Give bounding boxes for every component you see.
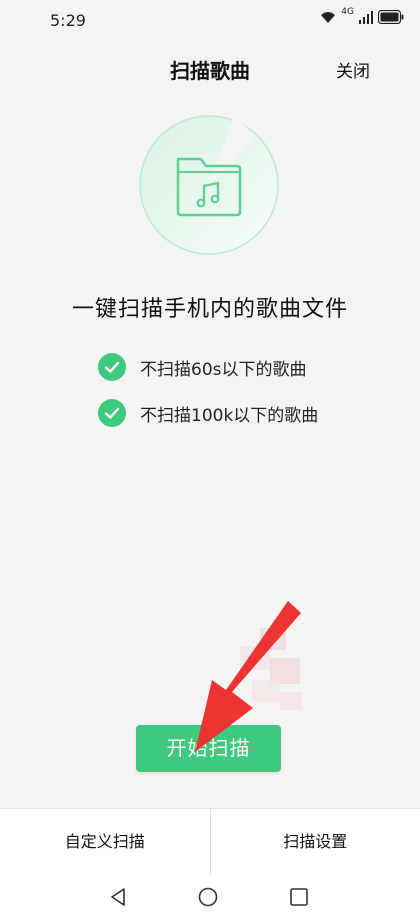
custom-scan-button[interactable]: 自定义扫描 xyxy=(0,809,210,875)
home-icon[interactable] xyxy=(197,886,219,908)
scan-headline: 一键扫描手机内的歌曲文件 xyxy=(71,297,348,322)
system-nav-bar xyxy=(0,874,420,919)
status-icons: 4G xyxy=(320,7,404,24)
status-time: 5:29 xyxy=(50,11,86,30)
start-scan-button[interactable]: 开始扫描 xyxy=(136,725,281,772)
network-type-label: 4G xyxy=(341,7,354,17)
option-label: 不扫描60s以下的歌曲 xyxy=(140,359,307,380)
scan-settings-button[interactable]: 扫描设置 xyxy=(211,809,420,875)
battery-icon xyxy=(378,10,404,24)
back-icon[interactable] xyxy=(107,886,129,908)
option-skip-small[interactable]: 不扫描100k以下的歌曲 xyxy=(98,399,318,427)
close-button[interactable]: 关闭 xyxy=(336,57,370,82)
scan-songs-screen: 5:29 4G 扫描歌曲 关闭 一键扫描手机内的歌曲文件 不扫描60s以下的歌曲… xyxy=(0,0,420,919)
option-skip-short[interactable]: 不扫描60s以下的歌曲 xyxy=(98,353,307,381)
status-bar: 5:29 4G xyxy=(0,0,420,44)
music-folder-illustration xyxy=(139,115,279,255)
check-circle-icon xyxy=(98,399,126,427)
signal-icon xyxy=(359,10,373,24)
wifi-icon xyxy=(321,11,336,23)
option-label: 不扫描100k以下的歌曲 xyxy=(140,405,319,426)
bottom-action-bar: 自定义扫描 扫描设置 xyxy=(0,808,420,875)
check-circle-icon xyxy=(98,353,126,381)
blur-patch xyxy=(240,628,302,710)
recent-apps-icon[interactable] xyxy=(288,886,310,908)
header: 扫描歌曲 关闭 xyxy=(0,44,420,88)
